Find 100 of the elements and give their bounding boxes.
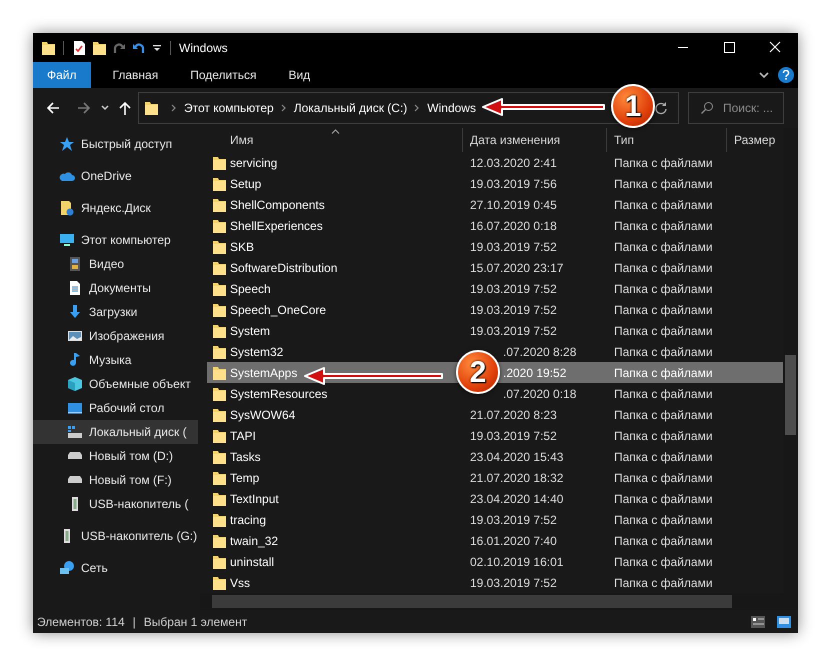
file-name: Tasks: [230, 448, 261, 466]
file-name: Vss: [230, 574, 250, 592]
type-cell-text: Папка с файлами: [613, 512, 714, 528]
sidebar-item[interactable]: Объемные объект: [33, 372, 198, 396]
sidebar-item[interactable]: Быстрый доступ: [33, 132, 198, 156]
type-cell-text: Папка с файлами: [613, 302, 714, 318]
breadcrumb[interactable]: Windows: [427, 99, 476, 117]
type-cell-text: Папка с файлами: [613, 428, 714, 444]
ribbon-tab[interactable]: Главная: [100, 62, 170, 88]
type-cell-text: Папка с файлами: [613, 218, 714, 234]
type-cell-text: Папка с файлами: [613, 344, 714, 360]
file-name: System32: [230, 344, 284, 360]
file-row[interactable]: Speech_OneCore 19.03.2019 7:52 Папка с файлами: [207, 299, 783, 320]
help-icon[interactable]: [778, 67, 794, 83]
dropdown-icon[interactable]: [152, 42, 162, 52]
file-row[interactable]: Tasks 23.04.2020 15:43 Папка с файлами: [207, 446, 783, 467]
redo-icon[interactable]: [112, 40, 126, 54]
file-row[interactable]: tracing 19.03.2019 7:52 Папка с файлами: [207, 509, 783, 530]
chevron-down-icon[interactable]: [100, 103, 110, 113]
folder-icon: [212, 322, 226, 338]
search-field[interactable]: Поиск: ...: [688, 92, 784, 124]
details-view-icon[interactable]: [750, 614, 766, 628]
folder-icon: [212, 532, 226, 548]
ribbon-tab[interactable]: Поделиться: [178, 62, 268, 88]
file-row[interactable]: ShellComponents 27.10.2019 0:45 Папка с файлами: [207, 194, 783, 215]
file-row[interactable]: SysWOW64 21.07.2020 8:23 Папка с файлами: [207, 404, 783, 425]
date-cell: 19.03.2019 7:52: [470, 324, 557, 338]
drive-icon: [67, 476, 83, 484]
file-row[interactable]: servicing 12.03.2020 2:41 Папка с файлами: [207, 152, 783, 173]
file-row[interactable]: twain_32 16.01.2020 7:40 Папка с файлами: [207, 530, 783, 551]
sidebar-item[interactable]: Новый том (D:): [33, 444, 198, 468]
status-separator: |: [132, 614, 136, 630]
date-cell: 19.03.2019 7:52: [470, 428, 557, 442]
folder-icon: [212, 260, 226, 276]
forward-arrow-icon[interactable]: [76, 100, 92, 116]
sidebar-item[interactable]: USB-накопитель (G:): [33, 524, 198, 548]
sidebar-item[interactable]: Видео: [33, 252, 198, 276]
refresh-icon[interactable]: [654, 101, 668, 115]
folder-icon: [212, 176, 226, 192]
sidebar-item[interactable]: Новый том (F:): [33, 468, 198, 492]
file-row[interactable]: SKB 19.03.2019 7:52 Папка с файлами: [207, 236, 783, 257]
monitor-icon: [59, 232, 75, 248]
back-arrow-icon[interactable]: [45, 100, 61, 116]
file-row[interactable]: TAPI 19.03.2019 7:52 Папка с файлами: [207, 425, 783, 446]
file-name: Speech: [230, 280, 271, 298]
date-cell: .07.2020 0:18: [503, 386, 576, 400]
column-header[interactable]: Дата изменения: [463, 128, 607, 152]
type-cell-text: Папка с файлами: [613, 448, 714, 466]
sort-caret-icon: [331, 129, 340, 134]
file-name: servicing: [230, 154, 278, 172]
file-row[interactable]: Setup 19.03.2019 7:56 Папка с файлами: [207, 173, 783, 194]
type-cell-text: Папка с файлами: [613, 260, 714, 276]
file-row[interactable]: SoftwareDistribution 15.07.2020 23:17 Папка с файлами: [207, 257, 783, 278]
scroll-thumb[interactable]: [212, 595, 732, 608]
scroll-thumb[interactable]: [785, 355, 796, 435]
file-row[interactable]: Vss 19.03.2019 7:52 Папка с файлами: [207, 572, 783, 593]
sidebar-item[interactable]: Локальный диск (: [33, 420, 198, 444]
file-row[interactable]: Temp 21.07.2020 18:32 Папка с файлами: [207, 467, 783, 488]
sidebar-item[interactable]: Музыка: [33, 348, 198, 372]
type-cell-text: Папка с файлами: [613, 364, 714, 382]
sidebar-item[interactable]: Документы: [33, 276, 198, 300]
sidebar-item[interactable]: Этот компьютер: [33, 228, 198, 252]
undo-icon[interactable]: [132, 40, 146, 54]
type-cell-text: Папка с файлами: [613, 532, 714, 550]
date-cell: 16.01.2020 7:40: [470, 534, 557, 548]
cube-icon: [67, 376, 83, 392]
folder-icon: [212, 448, 226, 464]
date-cell: 15.07.2020 23:17: [470, 260, 564, 274]
date-cell: 16.07.2020 0:18: [470, 218, 557, 232]
file-name: ShellComponents: [230, 196, 325, 214]
folder-icon: [212, 238, 226, 254]
search-icon: [700, 101, 714, 115]
type-cell-text: Папка с файлами: [613, 154, 714, 172]
folder-icon[interactable]: [92, 40, 106, 56]
file-name: Speech_OneCore: [230, 302, 326, 318]
file-row[interactable]: ShellExperiences 16.07.2020 0:18 Папка с файлами: [207, 215, 783, 236]
breadcrumb[interactable]: Локальный диск (C:): [294, 99, 408, 117]
up-arrow-icon[interactable]: [118, 100, 132, 116]
sidebar-item[interactable]: Яндекс.Диск: [33, 196, 198, 220]
folder-icon: [212, 364, 226, 380]
file-row[interactable]: uninstall 02.10.2019 16:01 Папка с файлами: [207, 551, 783, 572]
sidebar-item[interactable]: Загрузки: [33, 300, 198, 324]
selection-count: Выбран 1 элемент: [144, 614, 248, 630]
file-row[interactable]: Speech 19.03.2019 7:52 Папка с файлами: [207, 278, 783, 299]
file-row[interactable]: System 19.03.2019 7:52 Папка с файлами: [207, 320, 783, 341]
file-name: uninstall: [230, 554, 274, 570]
type-cell-text: Папка с файлами: [613, 554, 714, 570]
column-header[interactable]: Имя: [200, 128, 463, 152]
sidebar-item[interactable]: Изображения: [33, 324, 198, 348]
breadcrumb[interactable]: Этот компьютер: [184, 99, 274, 117]
ribbon-tab[interactable]: Вид: [276, 62, 322, 88]
file-name: System: [230, 322, 270, 340]
file-name: Temp: [230, 470, 260, 486]
sidebar-item[interactable]: Рабочий стол: [33, 396, 198, 420]
sidebar-item[interactable]: OneDrive: [33, 164, 198, 188]
tiles-view-icon[interactable]: [776, 614, 792, 628]
column-header[interactable]: Размер: [727, 128, 783, 152]
sidebar-item[interactable]: Сеть: [33, 556, 198, 580]
sidebar-item[interactable]: USB-накопитель (: [33, 492, 198, 516]
file-row[interactable]: TextInput 23.04.2020 14:40 Папка с файлами: [207, 488, 783, 509]
